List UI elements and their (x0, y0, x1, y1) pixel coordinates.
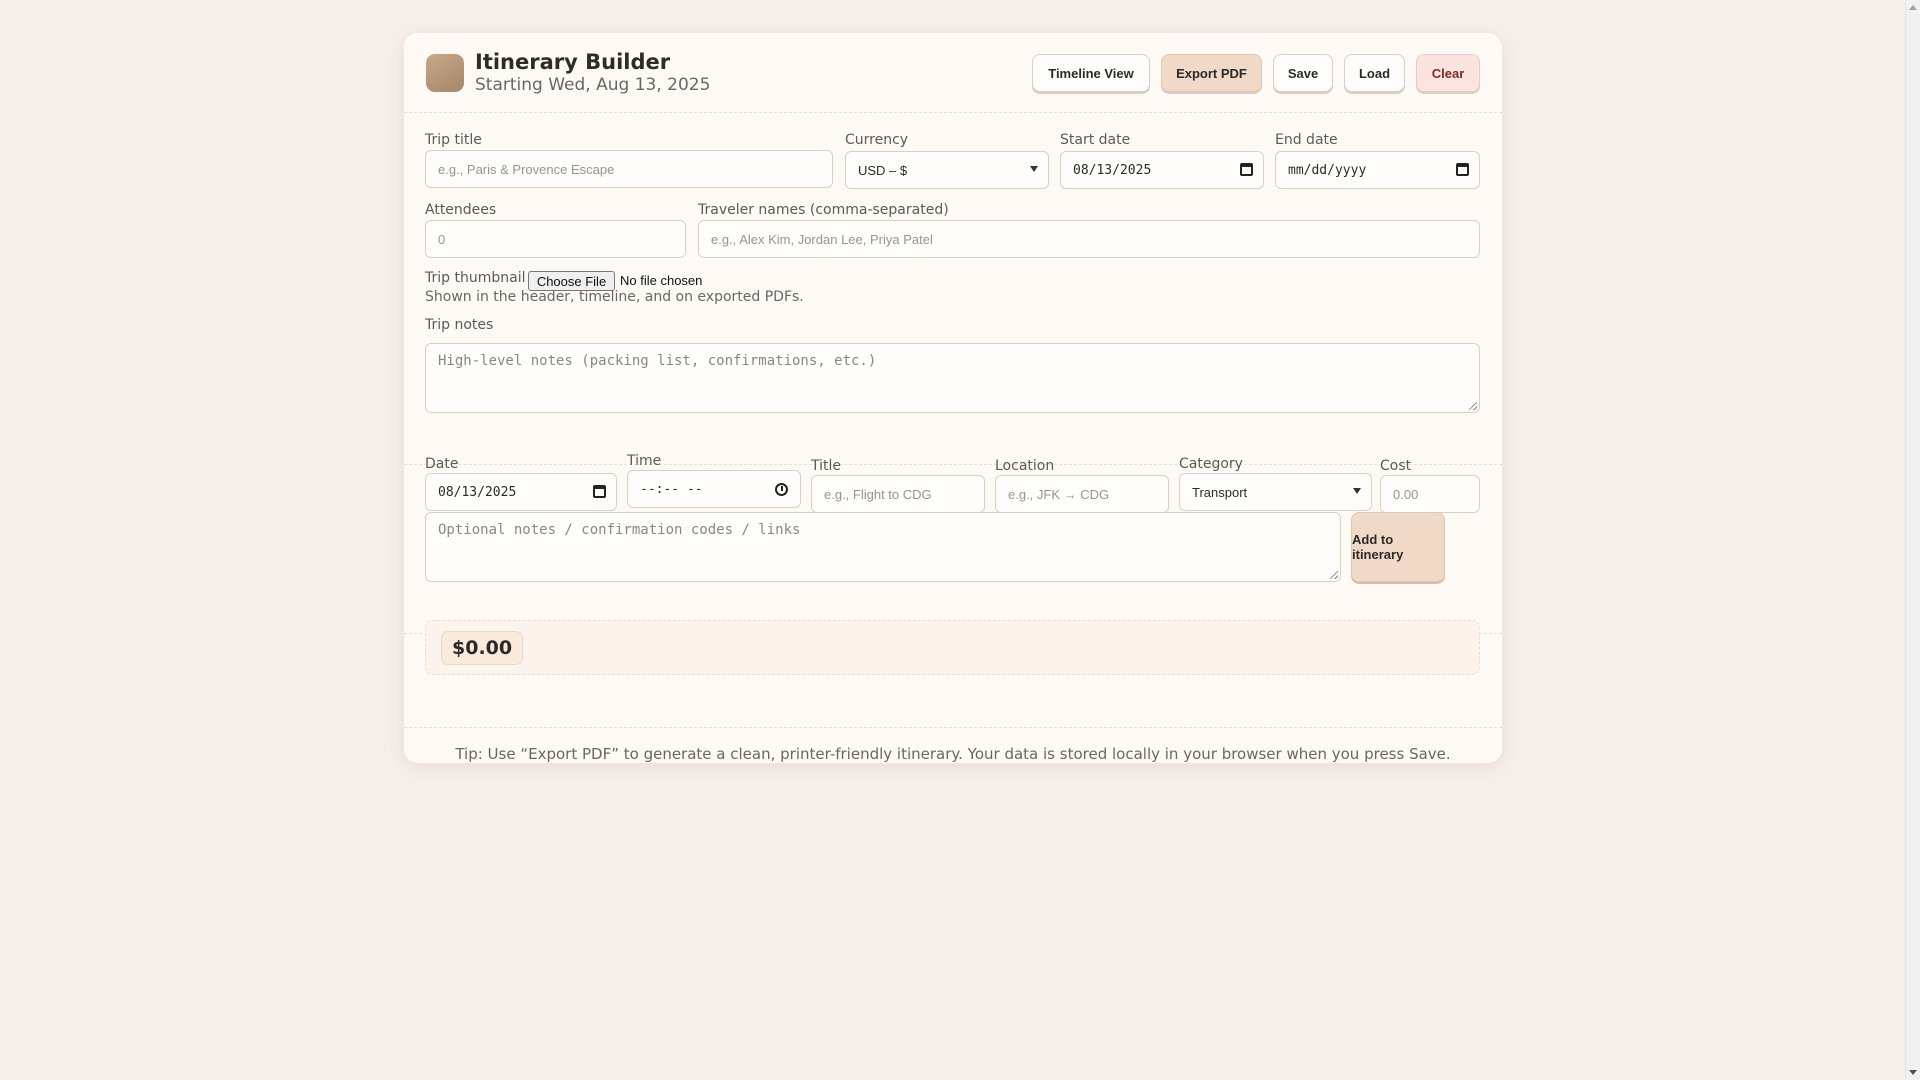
entry-category-value: Transport (1192, 484, 1248, 500)
end-date-label: End date (1275, 132, 1338, 148)
resize-handle-icon[interactable] (1469, 402, 1477, 410)
currency-select[interactable]: USD – $ (845, 151, 1049, 189)
calendar-icon[interactable] (593, 485, 606, 498)
entry-title-label: Title (811, 458, 842, 474)
itinerary-card: Itinerary Builder Starting Wed, Aug 13, … (404, 33, 1502, 763)
resize-handle-icon[interactable] (1330, 571, 1338, 579)
scroll-down-icon[interactable] (1909, 1070, 1917, 1075)
add-to-itinerary-button[interactable]: Add to itinerary (1351, 512, 1445, 582)
total-cost-badge: $0.00 (441, 631, 524, 665)
entry-cost-input[interactable]: 0.00 (1380, 475, 1480, 513)
load-button[interactable]: Load (1344, 54, 1405, 92)
start-date-value: 08/13/2025 (1073, 162, 1152, 178)
entry-date-value: 08/13/2025 (438, 484, 517, 500)
file-status: No file chosen (620, 273, 703, 288)
currency-value: USD – $ (858, 162, 908, 178)
scroll-up-icon[interactable] (1909, 5, 1917, 10)
entry-date-label: Date (425, 456, 459, 472)
trip-title-input[interactable]: e.g., Paris & Provence Escape (425, 150, 833, 188)
choose-file-button[interactable]: Choose File (528, 271, 615, 291)
trip-notes-textarea[interactable]: High-level notes (packing list, confirma… (425, 343, 1480, 413)
chevron-down-icon (1030, 166, 1038, 172)
entry-date-input[interactable]: 08/13/2025 (425, 473, 617, 511)
trip-notes-label: Trip notes (425, 317, 494, 333)
currency-label: Currency (845, 132, 909, 148)
traveler-names-input[interactable]: e.g., Alex Kim, Jordan Lee, Priya Patel (698, 220, 1480, 258)
thumbnail-help-text: Shown in the header, timeline, and on ex… (425, 289, 804, 305)
entry-title-input[interactable]: e.g., Flight to CDG (811, 475, 985, 513)
start-date-label: Start date (1060, 132, 1131, 148)
trip-title-label: Trip title (425, 132, 482, 148)
attendees-input[interactable]: 0 (425, 220, 686, 258)
trip-thumbnail-label: Trip thumbnail (425, 270, 526, 286)
start-date-subtitle: Starting Wed, Aug 13, 2025 (475, 75, 711, 95)
entry-notes-placeholder: Optional notes / confirmation codes / li… (438, 522, 801, 538)
calendar-icon[interactable] (1240, 163, 1253, 176)
timeline-view-button[interactable]: Timeline View (1032, 54, 1150, 92)
entry-cost-label: Cost (1380, 458, 1412, 474)
start-date-input[interactable]: 08/13/2025 (1060, 151, 1264, 189)
end-date-value: mm/dd/yyyy (1288, 162, 1367, 178)
traveler-names-label: Traveler names (comma-separated) (698, 202, 949, 218)
totals-panel: $0.00 (425, 620, 1480, 675)
entry-location-input[interactable]: e.g., JFK → CDG (995, 475, 1169, 513)
entry-location-label: Location (995, 458, 1055, 474)
entry-time-value: --:-- -- (640, 481, 703, 497)
trip-thumbnail-logo (426, 54, 464, 92)
chevron-down-icon (1353, 488, 1361, 494)
clear-button[interactable]: Clear (1416, 54, 1480, 92)
clock-icon[interactable] (775, 483, 788, 496)
page-title: Itinerary Builder (475, 50, 671, 74)
entry-time-input[interactable]: --:-- -- (627, 470, 801, 508)
entry-time-label: Time (627, 453, 662, 469)
trip-notes-placeholder: High-level notes (packing list, confirma… (438, 353, 877, 369)
export-pdf-button[interactable]: Export PDF (1161, 54, 1262, 92)
save-button[interactable]: Save (1273, 54, 1333, 92)
page-scrollbar[interactable] (1905, 0, 1920, 1080)
attendees-label: Attendees (425, 202, 497, 218)
footer-tip: Tip: Use “Export PDF” to generate a clea… (455, 745, 1451, 763)
header: Itinerary Builder Starting Wed, Aug 13, … (404, 33, 1502, 113)
entry-category-select[interactable]: Transport (1179, 473, 1372, 511)
entry-notes-textarea[interactable]: Optional notes / confirmation codes / li… (425, 512, 1341, 582)
entry-category-label: Category (1179, 456, 1243, 472)
end-date-input[interactable]: mm/dd/yyyy (1275, 151, 1480, 189)
calendar-icon[interactable] (1456, 163, 1469, 176)
